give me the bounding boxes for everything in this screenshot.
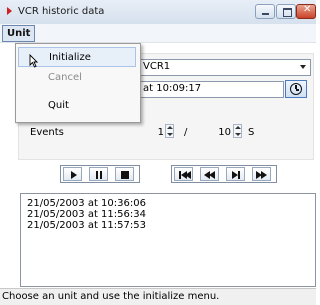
events-from-spinner[interactable] — [165, 124, 174, 138]
clock-icon — [290, 83, 302, 95]
maximize-button[interactable] — [276, 4, 296, 19]
spin-down-icon[interactable] — [167, 133, 173, 136]
events-unit: S — [248, 127, 255, 138]
events-from-field[interactable]: 1 — [150, 127, 164, 138]
start-time-value: at 10:09:17 — [143, 83, 202, 94]
list-item[interactable]: 21/05/2003 at 11:56:34 — [27, 209, 146, 220]
close-button[interactable]: ✕ — [296, 4, 316, 19]
minimize-button[interactable] — [255, 4, 275, 19]
unit-menu-dropdown: Initialize Cancel Quit — [15, 43, 141, 123]
navigation-controls — [171, 165, 277, 183]
window-title: VCR historic data — [18, 6, 105, 17]
pause-button[interactable] — [89, 167, 108, 181]
spin-up-icon[interactable] — [167, 126, 173, 129]
playback-controls — [60, 165, 140, 183]
events-to-spinner[interactable] — [233, 124, 242, 138]
menu-bar: Unit — [0, 24, 316, 43]
rewind-button[interactable] — [200, 167, 219, 181]
step-button[interactable] — [226, 167, 245, 181]
app-icon — [7, 7, 12, 15]
play-button[interactable] — [63, 167, 82, 181]
spin-up-icon[interactable] — [235, 126, 241, 129]
chevron-down-icon — [300, 65, 306, 69]
title-bar: VCR historic data ✕ — [0, 0, 316, 25]
spin-down-icon[interactable] — [235, 133, 241, 136]
start-time-field[interactable]: at 10:09:17 — [137, 81, 284, 98]
log-list[interactable]: 21/05/2003 at 10:36:06 21/05/2003 at 11:… — [20, 193, 316, 287]
fast-forward-button[interactable] — [252, 167, 271, 181]
menu-item-label: Cancel — [48, 72, 82, 83]
status-bar: Choose an unit and use the initialize me… — [0, 288, 316, 305]
menu-item-initialize[interactable]: Initialize — [18, 47, 136, 68]
status-text: Choose an unit and use the initialize me… — [2, 291, 220, 302]
time-picker-button[interactable] — [285, 80, 307, 98]
stop-button[interactable] — [115, 167, 134, 181]
events-label: Events — [30, 127, 64, 138]
menu-unit[interactable]: Unit — [2, 25, 36, 42]
vcr-select[interactable]: VCR1 — [137, 59, 311, 76]
events-separator: / — [184, 127, 188, 138]
events-to-field[interactable]: 10 — [215, 127, 231, 138]
maximize-icon — [283, 8, 292, 17]
list-item[interactable]: 21/05/2003 at 11:57:53 — [27, 220, 146, 231]
menu-item-label: Quit — [48, 100, 69, 111]
play-icon — [71, 171, 77, 179]
cursor-icon — [29, 54, 38, 68]
stop-icon — [121, 171, 129, 179]
list-item[interactable]: 21/05/2003 at 10:36:06 — [27, 198, 146, 209]
minimize-icon — [262, 13, 269, 15]
skip-to-start-button[interactable] — [174, 167, 193, 181]
menu-item-quit[interactable]: Quit — [18, 96, 136, 116]
menu-item-label: Initialize — [49, 52, 91, 63]
vcr-select-value: VCR1 — [143, 61, 171, 72]
close-icon: ✕ — [303, 4, 312, 15]
menu-item-cancel[interactable]: Cancel — [18, 68, 136, 88]
